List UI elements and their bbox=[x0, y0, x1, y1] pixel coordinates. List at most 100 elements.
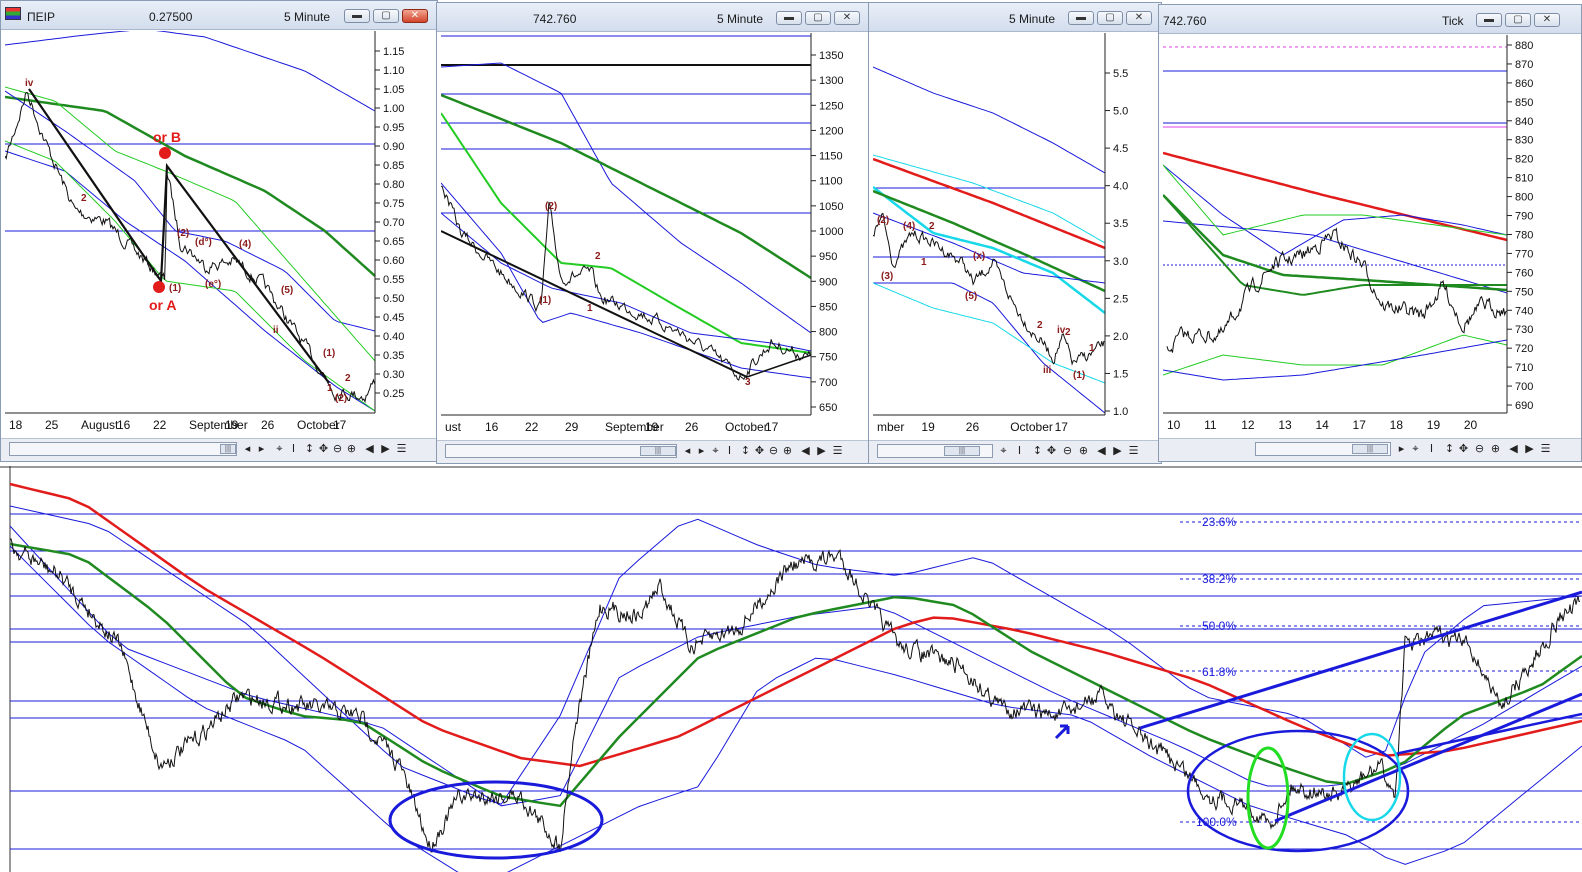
menu-icon[interactable]: ☰ bbox=[831, 444, 844, 458]
price-chart[interactable]: (2) (1) 2 1 3 1350 1300 1250 1200 1150 1100 1050 100… bbox=[441, 33, 867, 443]
x-tick-label: 26 bbox=[966, 420, 980, 434]
cursor-text-icon[interactable]: I bbox=[723, 444, 736, 458]
close-button[interactable]: ✕ bbox=[1534, 13, 1560, 27]
zoom-vertical-icon[interactable]: ↕ bbox=[739, 444, 752, 458]
chart-window-1[interactable]: ΠΕΙΡ 0.27500 5 Minute ▬ ▢ ✕ iv or B or A 2 (… bbox=[0, 0, 438, 462]
minimize-button[interactable]: ▬ bbox=[1068, 11, 1094, 25]
zoom-out-icon[interactable]: ⊖ bbox=[767, 444, 780, 458]
fib-label: 38.2% bbox=[1202, 572, 1236, 586]
horizontal-scrollbar[interactable]: ||| bbox=[877, 444, 993, 458]
x-tick-label: 17 bbox=[1055, 420, 1069, 434]
zoom-out-icon[interactable]: ⊖ bbox=[1061, 444, 1074, 458]
next-icon[interactable]: ▶ bbox=[1523, 442, 1536, 456]
x-tick-label: 13 bbox=[1278, 418, 1292, 432]
zoom-vertical-icon[interactable]: ↕ bbox=[303, 442, 316, 456]
zoom-in-icon[interactable]: ⊕ bbox=[781, 444, 794, 458]
pan-icon[interactable]: ✥ bbox=[753, 444, 766, 458]
zoom-in-icon[interactable]: ⊕ bbox=[1077, 444, 1090, 458]
menu-icon[interactable]: ☰ bbox=[1539, 442, 1552, 456]
maximize-button[interactable]: ▢ bbox=[373, 9, 399, 23]
scroll-right-icon[interactable]: ▸ bbox=[695, 444, 708, 458]
y-tick-label: 1350 bbox=[819, 50, 843, 62]
x-tick-label: 18 bbox=[9, 418, 23, 432]
prev-icon[interactable]: ◀ bbox=[363, 442, 376, 456]
scroll-right-icon[interactable]: ▸ bbox=[1395, 442, 1408, 456]
price-chart[interactable]: 880 870 860 850 840 830 820 810 800 790 780 770 760 7… bbox=[1163, 35, 1579, 441]
x-tick-label: 20 bbox=[1464, 418, 1478, 432]
prev-icon[interactable]: ◀ bbox=[799, 444, 812, 458]
horizontal-scrollbar[interactable]: ||| bbox=[9, 442, 237, 456]
scroll-right-icon[interactable]: ▸ bbox=[255, 442, 268, 456]
scroll-thumb[interactable]: ||| bbox=[220, 444, 236, 454]
y-tick-label: 730 bbox=[1515, 324, 1533, 336]
next-icon[interactable]: ▶ bbox=[1111, 444, 1124, 458]
y-tick-label: 2.0 bbox=[1113, 331, 1128, 343]
zoom-in-icon[interactable]: ⊕ bbox=[345, 442, 358, 456]
crosshair-icon[interactable]: ⌖ bbox=[709, 444, 722, 458]
prev-icon[interactable]: ◀ bbox=[1095, 444, 1108, 458]
zoom-vertical-icon[interactable]: ↕ bbox=[1443, 442, 1456, 456]
y-tick-label: 1300 bbox=[819, 75, 843, 87]
scroll-thumb[interactable]: ||| bbox=[640, 446, 676, 456]
window-titlebar[interactable]: ΠΕΙΡ 0.27500 5 Minute ▬ ▢ ✕ bbox=[1, 1, 437, 30]
y-tick-label: 1250 bbox=[819, 100, 843, 112]
wave-label: 2 bbox=[81, 193, 87, 204]
horizontal-scrollbar[interactable]: ||| bbox=[1255, 442, 1391, 456]
crosshair-icon[interactable]: ⌖ bbox=[1409, 442, 1422, 456]
moving-average-red bbox=[1163, 151, 1508, 242]
maximize-button[interactable]: ▢ bbox=[1097, 11, 1123, 25]
zoom-vertical-icon[interactable]: ↕ bbox=[1031, 444, 1044, 458]
scroll-thumb[interactable]: ||| bbox=[1352, 444, 1388, 454]
window-titlebar[interactable]: 742.760 Tick ▬ ▢ ✕ bbox=[1159, 5, 1581, 34]
minimize-button[interactable]: ▬ bbox=[344, 9, 370, 23]
wave-label: (2) bbox=[335, 393, 347, 404]
next-icon[interactable]: ▶ bbox=[379, 442, 392, 456]
chart-window-4[interactable]: 742.760 Tick ▬ ▢ ✕ 880 870 860 850 840 830 820… bbox=[1158, 4, 1582, 462]
scroll-left-icon[interactable]: ◂ bbox=[681, 444, 694, 458]
price-chart[interactable]: (2)(4) 21(3)(x)(5)2 iv 2iii (1)15.55.04.54.0… bbox=[873, 33, 1159, 443]
minimize-button[interactable]: ▬ bbox=[776, 11, 802, 25]
zoom-in-icon[interactable]: ⊕ bbox=[1489, 442, 1502, 456]
price-line bbox=[1166, 227, 1508, 353]
window-titlebar[interactable]: 5 Minute ▬ ▢ ✕ bbox=[869, 3, 1161, 32]
large-analysis-chart[interactable]: 23.6%38.2%50.0%61.8%100.0% bbox=[0, 466, 1582, 872]
pan-icon[interactable]: ✥ bbox=[1045, 444, 1058, 458]
close-button[interactable]: ✕ bbox=[402, 9, 428, 23]
menu-icon[interactable]: ☰ bbox=[395, 442, 408, 456]
cursor-text-icon[interactable]: I bbox=[1013, 444, 1026, 458]
y-tick-label: 0.35 bbox=[383, 350, 404, 362]
y-tick-label: 0.55 bbox=[383, 274, 404, 286]
close-button[interactable]: ✕ bbox=[834, 11, 860, 25]
scroll-thumb[interactable]: ||| bbox=[944, 446, 980, 456]
cursor-text-icon[interactable]: I bbox=[1425, 442, 1438, 456]
crosshair-icon[interactable]: ⌖ bbox=[997, 444, 1010, 458]
pan-icon[interactable]: ✥ bbox=[317, 442, 330, 456]
chart-window-3[interactable]: 5 Minute ▬ ▢ ✕ (2) (4) 2 1 (3) (x) (5) 2 iv 2 iii(… bbox=[868, 2, 1162, 464]
moving-average bbox=[441, 93, 812, 280]
zoom-out-icon[interactable]: ⊖ bbox=[1473, 442, 1486, 456]
crosshair-icon[interactable]: ⌖ bbox=[273, 442, 286, 456]
y-tick-label: 800 bbox=[819, 327, 837, 339]
moving-average-red bbox=[873, 157, 1106, 250]
minimize-button[interactable]: ▬ bbox=[1476, 13, 1502, 27]
window-titlebar[interactable]: 742.760 5 Minute ▬ ▢ ✕ bbox=[437, 3, 871, 32]
horizontal-scrollbar[interactable]: ||| bbox=[445, 444, 677, 458]
prev-icon[interactable]: ◀ bbox=[1507, 442, 1520, 456]
wave-label: iv bbox=[25, 78, 34, 89]
chart-window-2[interactable]: 742.760 5 Minute ▬ ▢ ✕ (2) (1) 2 1 3 1350 1300… bbox=[436, 2, 872, 464]
scroll-left-icon[interactable]: ◂ bbox=[241, 442, 254, 456]
moving-average bbox=[873, 189, 1106, 293]
zoom-out-icon[interactable]: ⊖ bbox=[331, 442, 344, 456]
price-chart[interactable]: ivor Bor A2(2)(1)(d°)(e°)(4)(5)ii(1)(2)1… bbox=[5, 31, 433, 441]
chart-toolbar: ||| ⌖ I ↕ ✥ ⊖ ⊕ ◀ ▶ ☰ bbox=[869, 440, 1161, 463]
maximize-button[interactable]: ▢ bbox=[805, 11, 831, 25]
pan-icon[interactable]: ✥ bbox=[1457, 442, 1470, 456]
cursor-text-icon[interactable]: I bbox=[287, 442, 300, 456]
maximize-button[interactable]: ▢ bbox=[1505, 13, 1531, 27]
next-icon[interactable]: ▶ bbox=[815, 444, 828, 458]
wave-label: (2) bbox=[545, 201, 557, 212]
close-button[interactable]: ✕ bbox=[1126, 11, 1152, 25]
x-tick-label: 19 bbox=[1427, 418, 1441, 432]
menu-icon[interactable]: ☰ bbox=[1127, 444, 1140, 458]
wave-label: (1) bbox=[539, 295, 551, 306]
